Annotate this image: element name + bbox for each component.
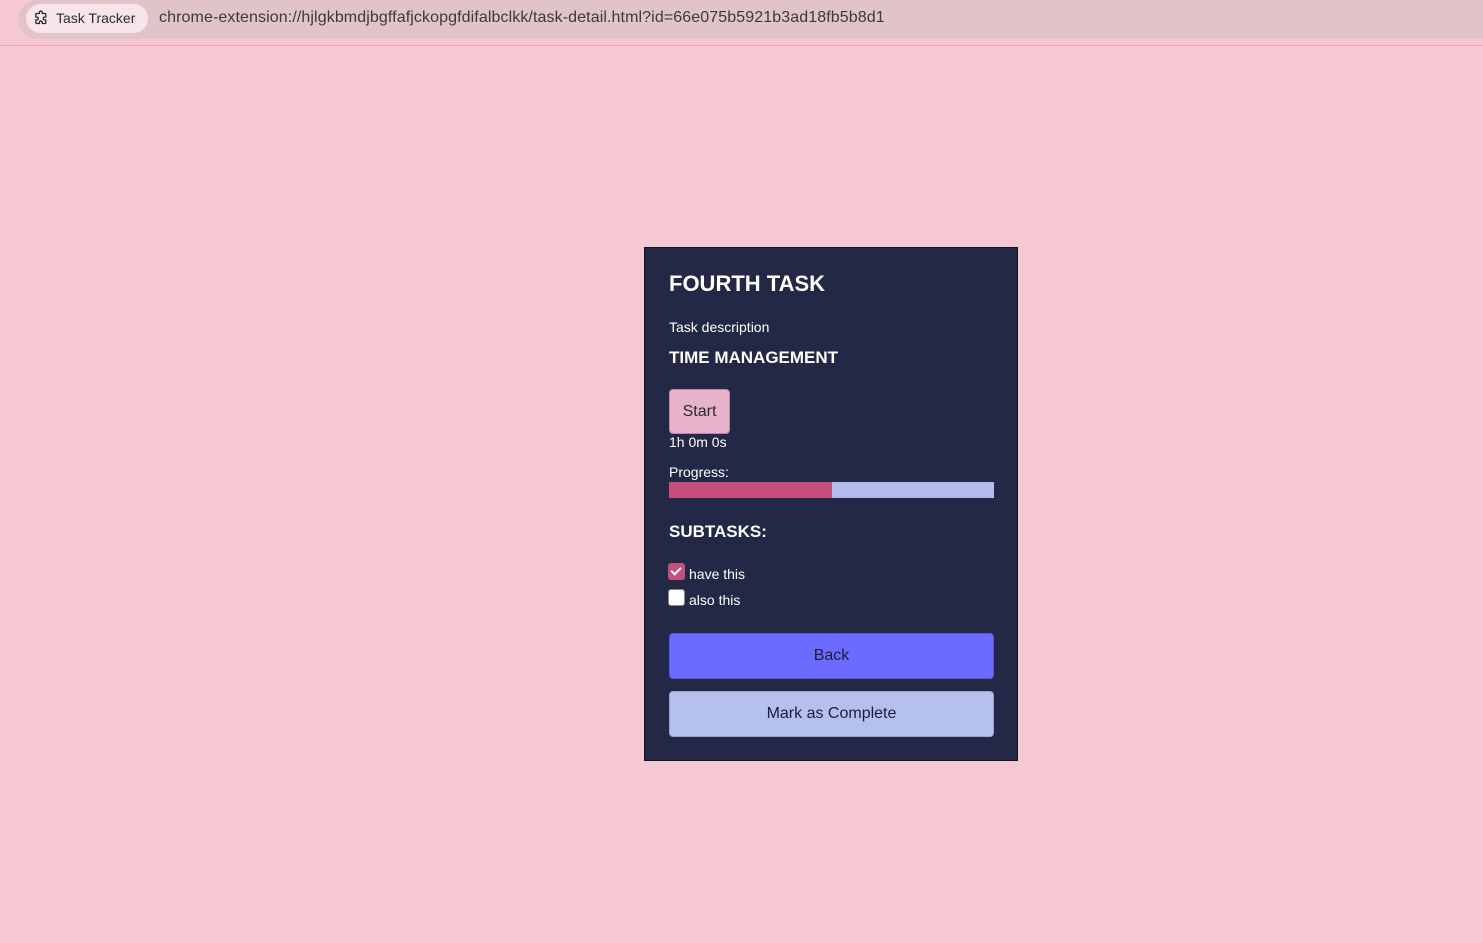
back-button[interactable]: Back [669, 633, 994, 679]
progress-label: Progress: [669, 464, 729, 480]
site-info-chip[interactable]: Task Tracker [26, 4, 148, 33]
task-detail-card: FOURTH TASK Task description TIME MANAGE… [644, 247, 1018, 761]
task-category: TIME MANAGEMENT [669, 348, 839, 367]
timer-display: 1h 0m 0s [669, 434, 727, 450]
subtask-checkbox[interactable] [668, 588, 685, 606]
url-text[interactable]: chrome-extension://hjlgkbmdjbgffafjckopg… [159, 9, 885, 27]
progress-bar-fill [669, 482, 832, 498]
progress-bar [669, 482, 994, 498]
tab-title: Task Tracker [56, 10, 136, 26]
start-timer-button[interactable]: Start [669, 389, 730, 434]
subtask-item[interactable]: have this [668, 561, 746, 582]
mark-complete-button[interactable]: Mark as Complete [669, 691, 994, 737]
task-title: FOURTH TASK [669, 271, 826, 296]
task-description: Task description [669, 319, 770, 335]
subtask-item[interactable]: also this [668, 587, 741, 608]
subtasks-heading: SUBTASKS: [669, 522, 767, 541]
subtask-label: have this [689, 566, 746, 582]
subtask-label: also this [689, 592, 741, 608]
subtask-checkbox[interactable] [668, 562, 685, 580]
browser-toolbar: Task Tracker chrome-extension://hjlgkbmd… [0, 0, 1483, 46]
puzzle-icon [35, 10, 47, 25]
checkmark-icon [670, 563, 682, 576]
